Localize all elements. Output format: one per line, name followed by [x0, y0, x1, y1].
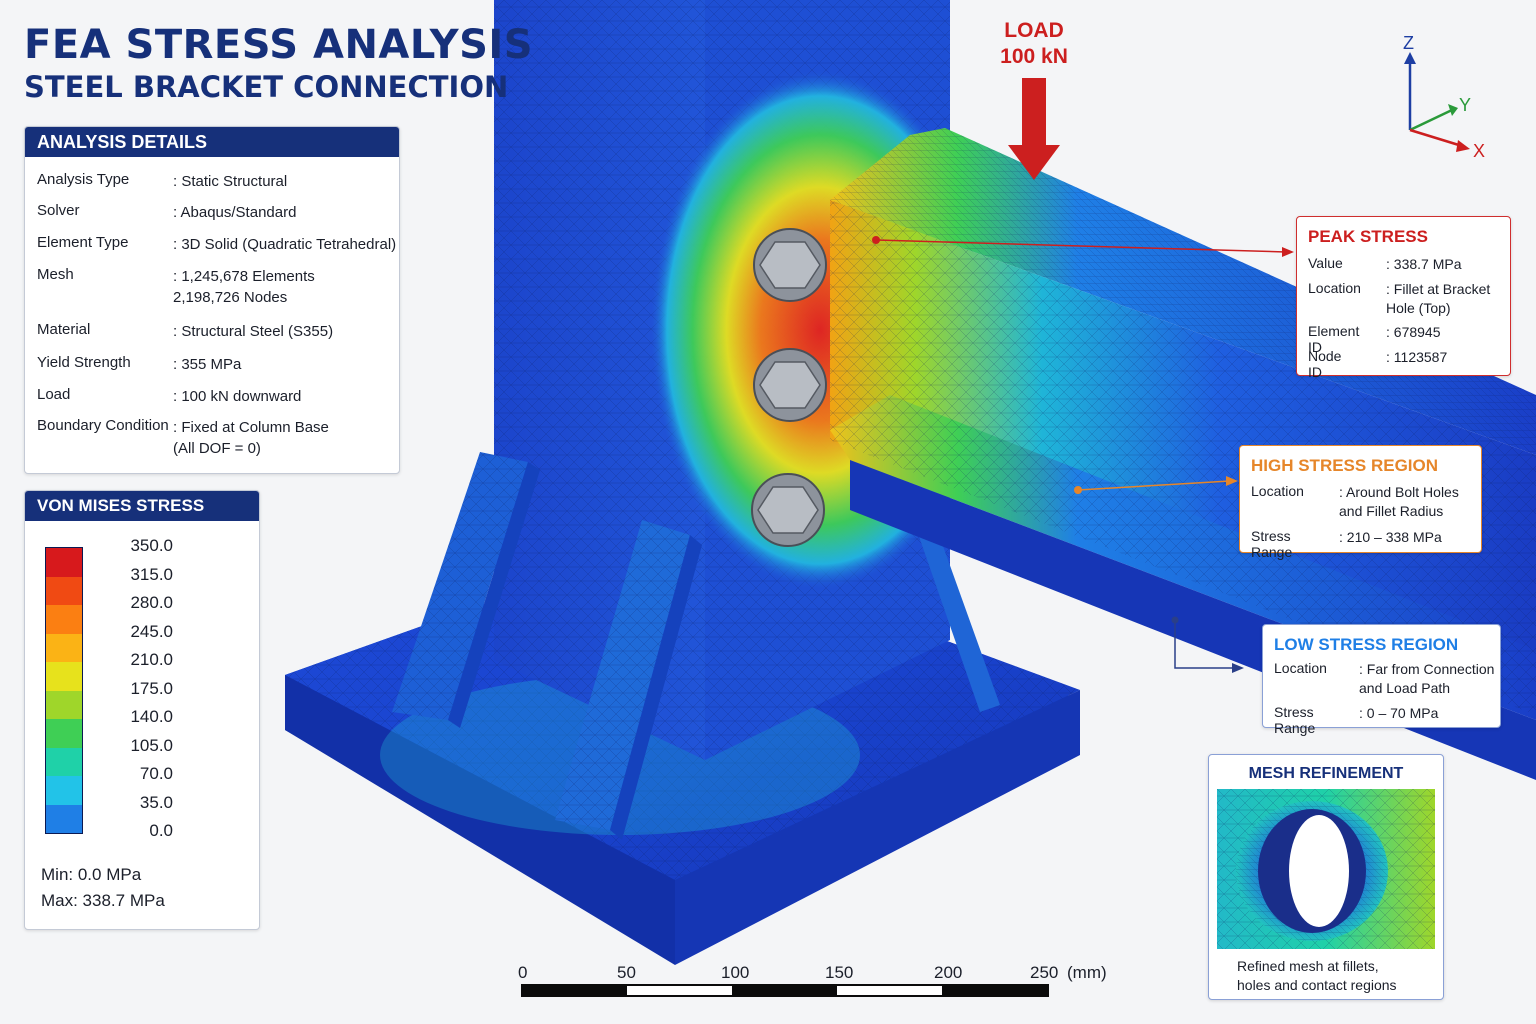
bolts — [751, 228, 827, 547]
scale-label: 150 — [825, 963, 854, 982]
legend-tick-label: 245.0 — [130, 621, 173, 641]
load-label: LOAD 100 kN — [990, 18, 1078, 70]
mesh-refinement-title: MESH REFINEMENT — [1248, 765, 1404, 782]
scale-bar — [521, 984, 1049, 997]
legend-tick-label: 70.0 — [139, 764, 173, 783]
analysis-details-panel: ANALYSIS DETAILS Analysis Type: Static S… — [24, 126, 400, 474]
load-label-line2: 100 kN — [1000, 45, 1068, 68]
mesh-refinement-image — [1217, 789, 1435, 949]
scale-label: 250 — [1030, 963, 1059, 982]
color-bar-segment — [46, 690, 82, 719]
legend-tick-label: 105.0 — [130, 735, 173, 755]
high-stress-callout: HIGH STRESS REGION Location: Around Bolt… — [1239, 445, 1482, 560]
peak-stress-callout: PEAK STRESS Value: 338.7 MPa Location: F… — [1296, 216, 1511, 380]
legend-tick-label: 350.0 — [130, 536, 173, 555]
color-bar-segment — [46, 633, 82, 662]
color-bar — [45, 547, 83, 834]
low-stress-title: LOW STRESS REGION — [1274, 635, 1459, 654]
legend-tick-label: 140.0 — [130, 707, 173, 726]
legend-heading: VON MISES STRESS (MPa) — [25, 491, 259, 545]
mesh-refinement-inset: MESH REFINEMENT Refined mesh at fillets,… — [1208, 754, 1444, 1000]
scale-label: 0 — [518, 963, 528, 982]
legend-max: Max: 338.7 MPa — [41, 891, 165, 910]
axis-x-label: X — [1473, 141, 1486, 161]
mesh-refinement-caption: Refined mesh at fillets, holes and conta… — [1237, 958, 1397, 993]
analysis-details-heading: ANALYSIS DETAILS — [25, 127, 399, 157]
axis-z-label: Z — [1403, 33, 1414, 53]
color-bar-segment — [46, 719, 82, 748]
color-bar-segment — [46, 804, 82, 833]
legend-tick-label: 35.0 — [139, 792, 173, 812]
legend-tick-label: 210.0 — [130, 650, 173, 669]
scale-unit: (mm) — [1067, 963, 1107, 982]
color-bar-segment — [46, 548, 82, 577]
color-bar-segment — [46, 662, 82, 691]
legend-tick-label: 175.0 — [130, 678, 173, 698]
scale-label: 100 — [721, 963, 750, 982]
scale-label: 200 — [934, 963, 963, 982]
color-bar-segment — [46, 576, 82, 605]
low-stress-callout: LOW STRESS REGION Location: Far from Con… — [1262, 624, 1501, 736]
legend-tick-label: 280.0 — [130, 593, 173, 612]
color-bar-segment — [46, 776, 82, 805]
load-label-line1: LOAD — [1004, 19, 1064, 42]
page-subtitle: STEEL BRACKET CONNECTION — [24, 70, 509, 104]
legend-min: Min: 0.0 MPa — [41, 865, 142, 884]
high-stress-title: HIGH STRESS REGION — [1251, 456, 1439, 475]
scale-label: 50 — [617, 963, 636, 982]
color-bar-segment — [46, 747, 82, 776]
legend-tick-label: 0.0 — [149, 821, 173, 840]
peak-stress-title: PEAK STRESS — [1308, 227, 1428, 246]
axis-y-label: Y — [1459, 95, 1472, 115]
stress-legend-panel: VON MISES STRESS (MPa) 350.0 315.0 280.0 24… — [24, 490, 260, 930]
page-title: FEA STRESS ANALYSIS — [24, 22, 534, 68]
color-bar-segment — [46, 605, 82, 634]
legend-tick-label: 315.0 — [130, 564, 173, 584]
